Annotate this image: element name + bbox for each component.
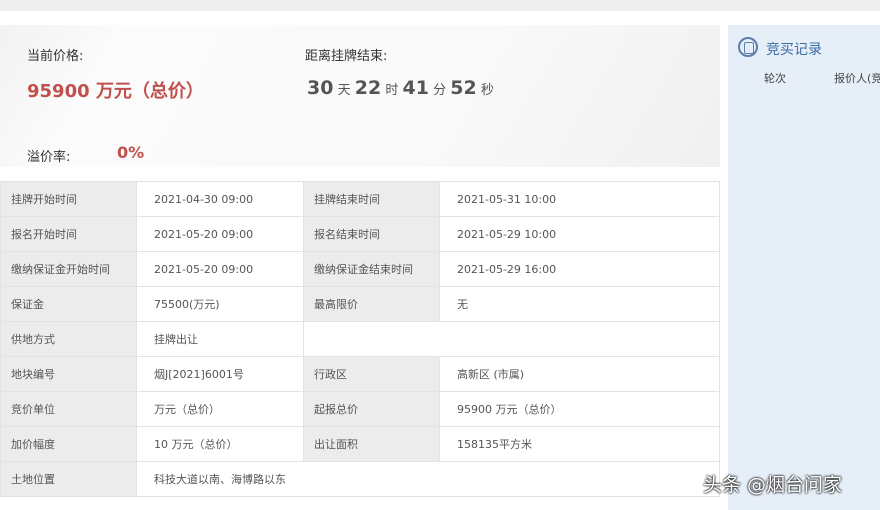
hours-unit: 时 — [385, 83, 399, 98]
field-label: 最高限价 — [303, 286, 440, 322]
field-label: 地块编号 — [0, 356, 137, 392]
table-row: 加价幅度 10 万元（总价） 出让面积 158135平方米 — [0, 426, 720, 462]
price-panel: 当前价格: 95900 万元（总价） 距离挂牌结束: 30 天 22 时 41 … — [0, 25, 720, 167]
field-value: 2021-05-20 09:00 — [136, 216, 304, 252]
bid-record-panel: 竞买记录 轮次 报价人(竞 — [728, 25, 880, 510]
hours: 22 — [354, 77, 382, 99]
field-label: 缴纳保证金结束时间 — [303, 251, 440, 287]
premium-rate: 0% — [117, 143, 145, 162]
top-bar — [0, 0, 880, 11]
land-info-table: 挂牌开始时间 2021-04-30 09:00 挂牌结束时间 2021-05-31 1… — [0, 181, 720, 497]
table-row: 土地位置 科技大道以南、海博路以东 — [0, 461, 720, 497]
field-label: 供地方式 — [0, 321, 137, 357]
field-value: 10 万元（总价） — [136, 426, 304, 462]
minutes-unit: 分 — [433, 83, 447, 98]
field-value: 158135平方米 — [439, 426, 720, 462]
round-header: 轮次 — [764, 72, 786, 85]
table-row: 竞价单位 万元（总价） 起报总价 95900 万元（总价） — [0, 391, 720, 427]
record-icon — [738, 37, 758, 57]
field-label: 起报总价 — [303, 391, 440, 427]
seconds: 52 — [450, 77, 477, 99]
bidder-header: 报价人(竞 — [834, 72, 880, 85]
days: 30 — [307, 77, 334, 99]
countdown-label: 距离挂牌结束: — [305, 49, 388, 64]
field-label: 报名结束时间 — [303, 216, 440, 252]
table-row: 保证金 75500(万元) 最高限价无 — [0, 286, 720, 322]
field-value: 万元（总价） — [136, 391, 304, 427]
field-label: 出让面积 — [303, 426, 440, 462]
field-label: 缴纳保证金开始时间 — [0, 251, 137, 287]
field-label: 保证金 — [0, 286, 137, 322]
field-value: 2021-05-31 10:00 — [439, 181, 720, 217]
table-row: 挂牌开始时间 2021-04-30 09:00 挂牌结束时间 2021-05-31 1… — [0, 181, 720, 217]
price-label: 当前价格: — [27, 49, 84, 64]
field-label: 行政区 — [303, 356, 440, 392]
field-label: 报名开始时间 — [0, 216, 137, 252]
bid-record-title: 竞买记录 — [766, 42, 822, 58]
field-value: 2021-05-29 10:00 — [439, 216, 720, 252]
table-row: 供地方式 挂牌出让 — [0, 321, 720, 357]
table-row: 报名开始时间 2021-05-20 09:00 报名结束时间 2021-05-29 1… — [0, 216, 720, 252]
field-label: 加价幅度 — [0, 426, 137, 462]
field-value: 挂牌出让 — [136, 321, 304, 357]
field-value — [303, 321, 720, 357]
seconds-unit: 秒 — [480, 83, 494, 98]
field-label: 土地位置 — [0, 461, 137, 497]
field-value: 高新区 (市属) — [439, 356, 720, 392]
field-value: 2021-05-29 16:00 — [439, 251, 720, 287]
field-value: 2021-04-30 09:00 — [136, 181, 304, 217]
field-value: 烟J[2021]6001号 — [136, 356, 304, 392]
watermark: 头条 @烟台问家 — [703, 474, 843, 496]
field-value: 科技大道以南、海博路以东 — [136, 461, 720, 497]
table-row: 缴纳保证金开始时间 2021-05-20 09:00 缴纳保证金结束时间 2021-0… — [0, 251, 720, 287]
rate-label: 溢价率: — [27, 150, 71, 165]
current-price: 95900 万元（总价） — [27, 81, 204, 102]
field-label: 竞价单位 — [0, 391, 137, 427]
field-value: 2021-05-20 09:00 — [136, 251, 304, 287]
days-unit: 天 — [337, 83, 351, 98]
field-label: 挂牌开始时间 — [0, 181, 137, 217]
countdown: 30 天 22 时 41 分 52 秒 — [307, 77, 494, 99]
table-row: 地块编号 烟J[2021]6001号 行政区 高新区 (市属) — [0, 356, 720, 392]
field-value: 95900 万元（总价） — [439, 391, 720, 427]
field-value: 75500(万元) — [136, 286, 304, 322]
minutes: 41 — [402, 77, 429, 99]
field-label: 挂牌结束时间 — [303, 181, 440, 217]
field-value: 无 — [439, 286, 720, 322]
